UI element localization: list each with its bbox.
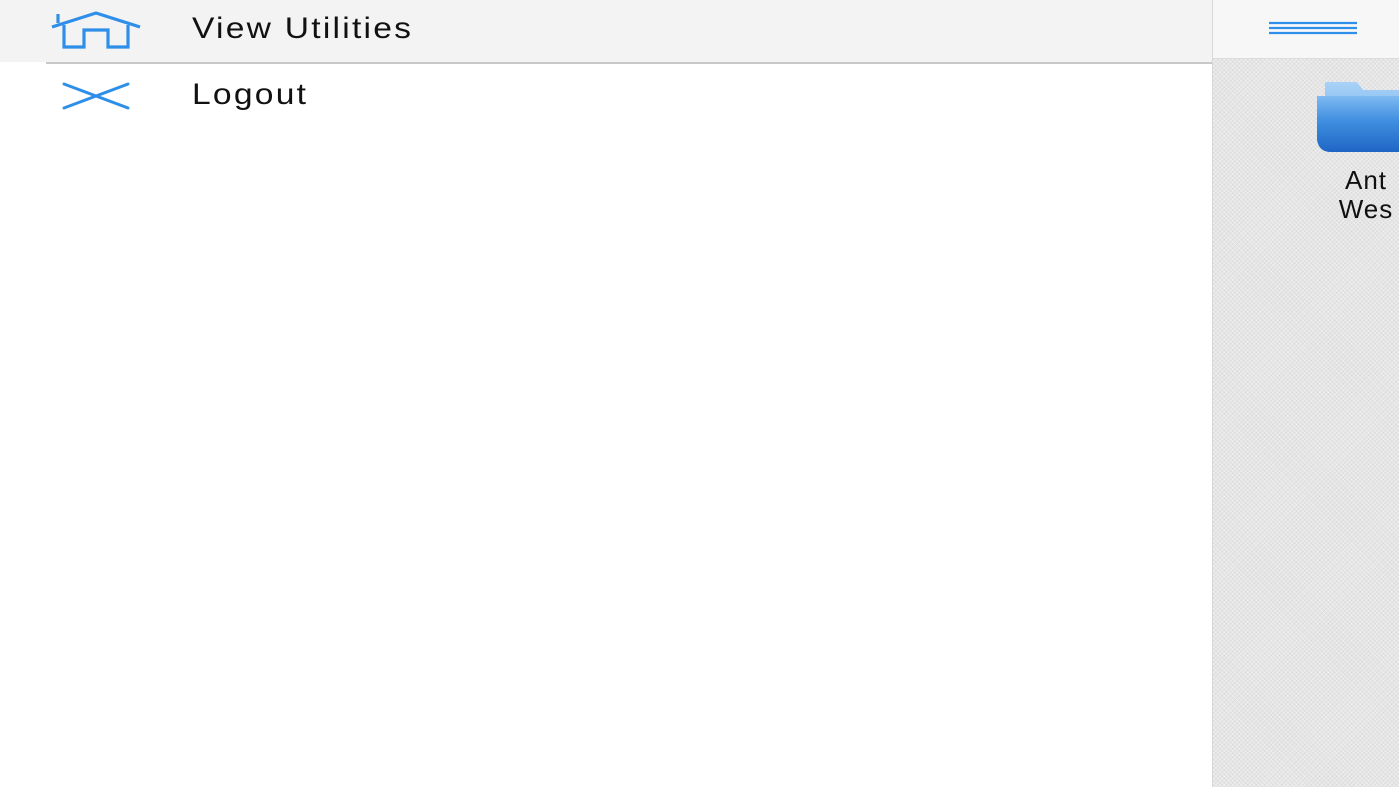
folder-icon [1307, 78, 1399, 154]
folder-label: Ant Wes [1301, 166, 1399, 224]
folder-label-line2: Wes [1338, 194, 1394, 224]
top-bar [1213, 0, 1399, 59]
menu-item-label: View Utilities [192, 12, 414, 45]
menu-toggle-icon[interactable] [1267, 17, 1359, 39]
folder-tile[interactable]: Ant Wes [1301, 78, 1399, 228]
main-panel: Ant Wes [1212, 0, 1399, 787]
home-icon [50, 10, 142, 50]
close-icon [50, 76, 142, 116]
app-root: View Utilities Logout Ant Wes [0, 0, 1399, 787]
folder-label-line1: Ant [1344, 165, 1388, 195]
menu-item-view-utilities[interactable]: View Utilities [0, 0, 1212, 62]
side-menu: View Utilities Logout [0, 0, 1212, 787]
menu-item-logout[interactable]: Logout [0, 64, 1212, 126]
menu-item-label: Logout [192, 78, 309, 111]
